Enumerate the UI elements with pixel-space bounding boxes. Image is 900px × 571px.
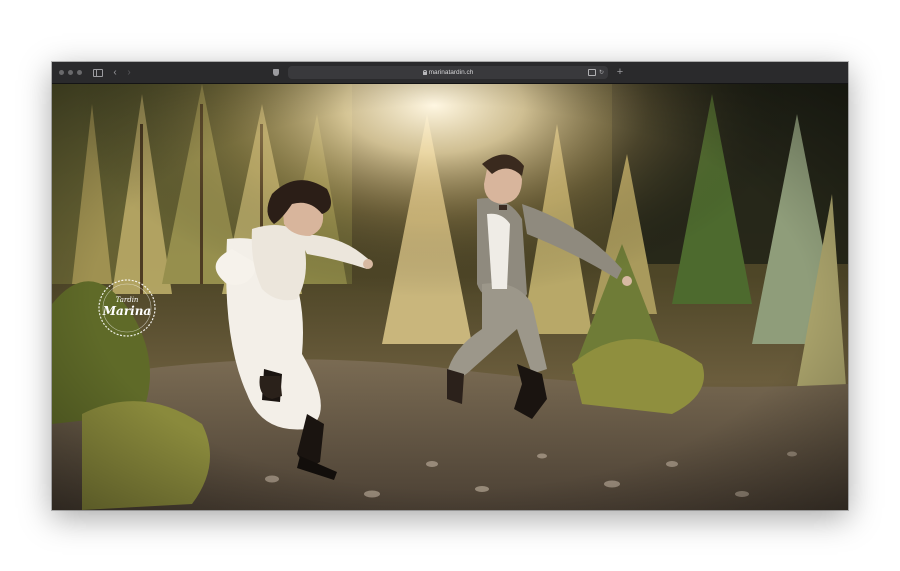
zoom-window-button[interactable] bbox=[77, 70, 82, 75]
browser-window: ‹ › marinatardin.ch ↻ + Tardin Marina bbox=[52, 62, 848, 510]
chevron-left-icon: ‹ bbox=[113, 67, 117, 78]
vignette bbox=[52, 84, 848, 510]
translate-icon[interactable] bbox=[587, 69, 596, 76]
reload-icon[interactable]: ↻ bbox=[599, 69, 604, 76]
minimize-window-button[interactable] bbox=[68, 70, 73, 75]
plus-icon: + bbox=[616, 66, 624, 78]
logo-text: Marina bbox=[102, 304, 151, 318]
window-controls bbox=[59, 70, 82, 75]
chevron-right-icon: › bbox=[127, 67, 131, 78]
web-page-viewport[interactable]: Tardin Marina bbox=[52, 84, 848, 510]
photographer-logo[interactable]: Tardin Marina bbox=[96, 277, 158, 339]
desktop-background: ‹ › marinatardin.ch ↻ + Tardin Marina bbox=[0, 0, 900, 571]
new-tab-button[interactable]: + bbox=[615, 66, 625, 79]
close-window-button[interactable] bbox=[59, 70, 64, 75]
shield-icon bbox=[273, 69, 279, 76]
logo-seal: Tardin Marina bbox=[98, 279, 156, 337]
browser-toolbar: ‹ › marinatardin.ch ↻ + bbox=[52, 62, 848, 84]
forward-button[interactable]: › bbox=[124, 66, 134, 79]
logo-subtext: Tardin bbox=[116, 296, 139, 304]
back-button[interactable]: ‹ bbox=[110, 66, 120, 79]
url-text: marinatardin.ch bbox=[428, 69, 474, 76]
sidebar-toggle-button[interactable] bbox=[92, 66, 104, 79]
sidebar-icon bbox=[93, 68, 103, 77]
address-bar[interactable]: marinatardin.ch ↻ bbox=[288, 66, 608, 79]
lock-icon bbox=[422, 69, 428, 75]
address-bar-actions: ↻ bbox=[587, 66, 604, 79]
hero-photo bbox=[52, 84, 848, 510]
privacy-report-button[interactable] bbox=[271, 66, 281, 79]
